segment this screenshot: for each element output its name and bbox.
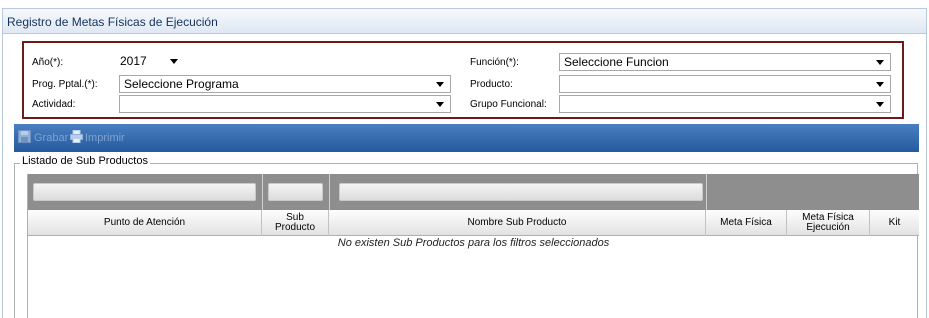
- col-kit[interactable]: Kit: [870, 210, 919, 236]
- print-button[interactable]: Imprimir: [85, 132, 125, 144]
- filter-panel: Año(*): 2017 Prog. Pptal.(*): Seleccione…: [22, 41, 904, 119]
- col-nombre-sub-producto[interactable]: Nombre Sub Producto: [329, 210, 706, 236]
- prog-select[interactable]: Seleccione Programa: [119, 75, 451, 93]
- printer-icon: [70, 130, 83, 143]
- funcion-value: Seleccione Funcion: [564, 55, 669, 69]
- chevron-down-icon[interactable]: [876, 60, 884, 65]
- grupo-label: Grupo Funcional:: [470, 99, 547, 110]
- col-meta-fisica-ejecucion[interactable]: Meta Física Ejecución: [787, 210, 870, 236]
- grupo-select[interactable]: [559, 95, 891, 113]
- funcion-select[interactable]: Seleccione Funcion: [559, 53, 891, 71]
- filter-sub-input[interactable]: [268, 183, 323, 201]
- empty-message: No existen Sub Productos para los filtro…: [337, 237, 610, 249]
- chevron-down-icon[interactable]: [170, 59, 178, 64]
- chevron-down-icon[interactable]: [436, 82, 444, 87]
- chevron-down-icon[interactable]: [436, 102, 444, 107]
- producto-select[interactable]: [559, 75, 891, 93]
- window-title: Registro de Metas Físicas de Ejecución: [7, 15, 218, 29]
- actividad-select[interactable]: [119, 95, 451, 113]
- chevron-down-icon[interactable]: [876, 82, 884, 87]
- window-titlebar: Registro de Metas Físicas de Ejecución: [2, 8, 927, 34]
- section-title: Listado de Sub Productos: [20, 155, 150, 167]
- prog-label: Prog. Pptal.(*):: [32, 79, 98, 90]
- save-button[interactable]: Grabar: [34, 132, 68, 144]
- anio-value: 2017: [120, 54, 147, 68]
- prog-value: Seleccione Programa: [124, 77, 239, 91]
- funcion-label: Función(*):: [470, 57, 519, 68]
- col-sub-producto[interactable]: Sub Producto: [262, 210, 329, 236]
- anio-label: Año(*):: [32, 57, 64, 68]
- filter-nombre-input[interactable]: [339, 183, 703, 201]
- grid-filter-row: [28, 174, 919, 210]
- actividad-label: Actividad:: [32, 99, 76, 110]
- producto-label: Producto:: [470, 79, 513, 90]
- col-meta-fisica[interactable]: Meta Física: [706, 210, 787, 236]
- subproducts-grid: Punto de Atención Sub Producto Nombre Su…: [27, 174, 919, 318]
- anio-select[interactable]: 2017: [116, 53, 186, 71]
- chevron-down-icon[interactable]: [876, 102, 884, 107]
- save-icon: [18, 130, 31, 143]
- filter-punto-input[interactable]: [33, 183, 256, 201]
- grid-header: Punto de Atención Sub Producto Nombre Su…: [28, 210, 919, 236]
- toolbar: Grabar Imprimir: [14, 124, 919, 152]
- col-punto-atencion[interactable]: Punto de Atención: [28, 210, 262, 236]
